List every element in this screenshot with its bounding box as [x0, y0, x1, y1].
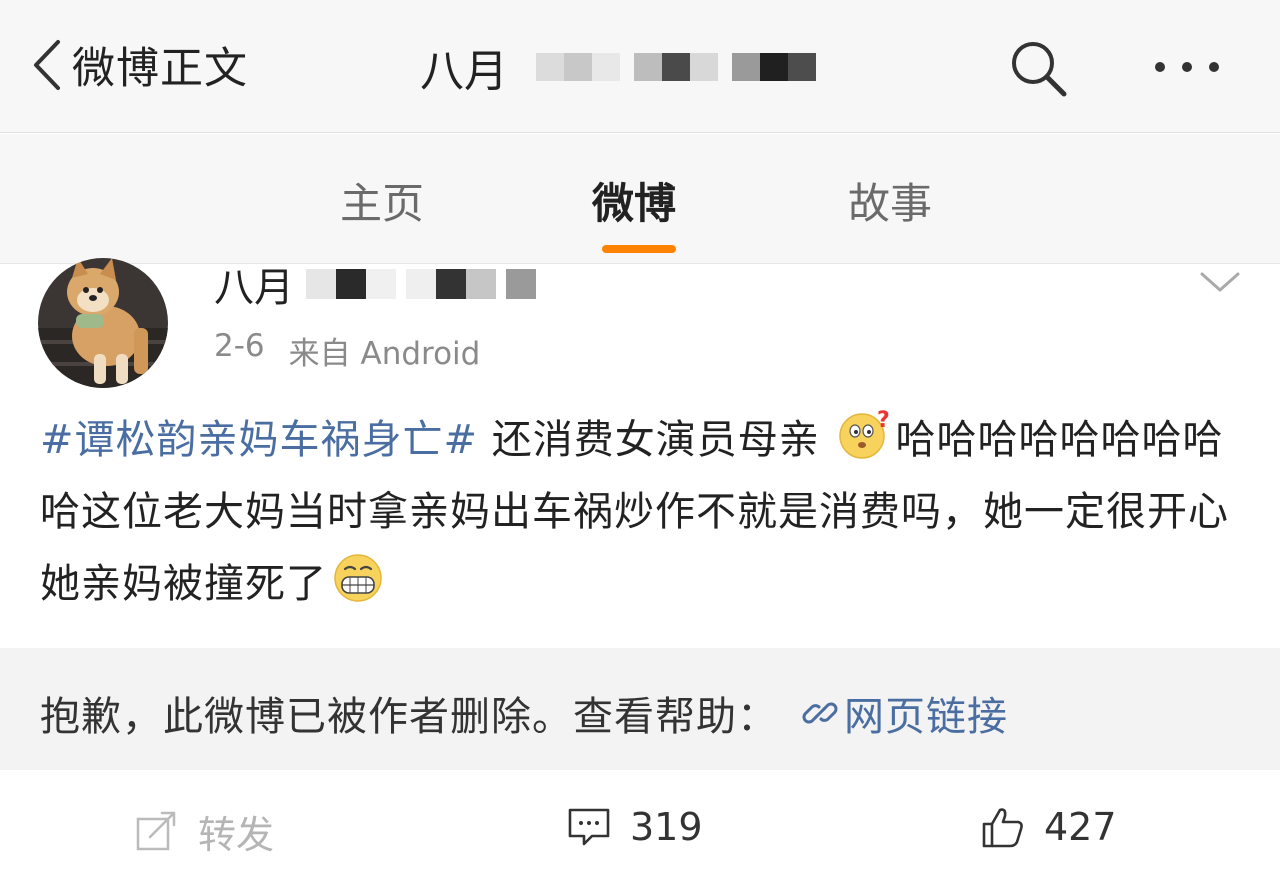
- back-label: 微博正文: [72, 44, 248, 94]
- mosaic-block: [788, 53, 816, 81]
- repost-button[interactable]: 转发: [134, 804, 274, 859]
- grinning-face-emoji-icon: [334, 554, 382, 602]
- thumbs-up-icon: [982, 808, 1023, 848]
- mosaic-block: [506, 269, 536, 299]
- search-icon[interactable]: [1006, 36, 1070, 100]
- svg-text:?: ?: [877, 408, 891, 433]
- notice-text: 抱歉，此微博已被作者删除。查看帮助：: [40, 694, 778, 740]
- mosaic-block: [406, 269, 436, 299]
- dog-avatar-image: [38, 258, 168, 388]
- mosaic-block: [466, 269, 496, 299]
- profile-tabbar: 主页 微博 故事: [0, 134, 1280, 264]
- post-source: 来自 Android: [288, 336, 481, 372]
- author-name: 八月: [214, 265, 294, 311]
- like-count: 427: [1044, 805, 1117, 849]
- back-button[interactable]: 微博正文: [28, 30, 248, 100]
- mosaic-block: [760, 53, 788, 81]
- repost-icon: [136, 811, 176, 850]
- comment-button[interactable]: 319: [566, 804, 703, 850]
- mosaic-block: [634, 53, 662, 81]
- deleted-notice: 抱歉，此微博已被作者删除。查看帮助： 网页链接: [0, 648, 1280, 770]
- nav-title-text: 八月: [420, 46, 508, 97]
- active-tab-indicator: [602, 245, 676, 253]
- post-date: 2-6: [214, 328, 265, 364]
- mosaic-block: [662, 53, 690, 81]
- mosaic-block: [592, 53, 620, 81]
- mosaic-block: [732, 53, 760, 81]
- comment-count: 319: [630, 805, 703, 849]
- mosaic-block: [336, 269, 366, 299]
- mosaic-block: [366, 269, 396, 299]
- mosaic-block: [306, 269, 336, 299]
- censored-name-mosaic: [536, 53, 830, 81]
- thinking-face-emoji-icon: ?: [839, 408, 891, 459]
- like-button[interactable]: 427: [980, 804, 1117, 850]
- mosaic-block: [536, 53, 564, 81]
- web-link-label: 网页链接: [844, 694, 1008, 740]
- tab-weibo[interactable]: 微博: [592, 170, 676, 231]
- post-text-part1: 还消费女演员母亲: [478, 417, 834, 463]
- top-navbar: 微博正文 八月: [0, 0, 1280, 133]
- action-bar: 转发 319 427: [0, 770, 1280, 882]
- avatar[interactable]: [38, 258, 168, 388]
- nav-title: 八月: [420, 32, 830, 102]
- post-text: #谭松韵亲妈车祸身亡# 还消费女演员母亲 ? 哈哈哈哈哈哈哈哈哈这位老大妈当时拿…: [40, 404, 1240, 620]
- more-icon[interactable]: [1152, 50, 1222, 84]
- link-icon: [802, 702, 838, 724]
- hashtag-link[interactable]: #谭松韵亲妈车祸身亡#: [40, 417, 478, 463]
- web-link[interactable]: 网页链接: [800, 684, 1008, 742]
- post-meta: 2-6 来自 Android: [214, 328, 480, 373]
- back-chevron-icon: [34, 40, 60, 90]
- chevron-down-icon[interactable]: [1198, 270, 1242, 294]
- mosaic-block: [690, 53, 718, 81]
- weibo-post: 八月 2-6 来自 Android #谭松韵亲妈车祸身亡# 还消费女演员母亲 ?…: [0, 258, 1280, 648]
- author-line[interactable]: 八月: [214, 264, 536, 311]
- tab-home[interactable]: 主页: [340, 170, 424, 231]
- mosaic-block: [564, 53, 592, 81]
- mosaic-block: [436, 269, 466, 299]
- repost-label: 转发: [198, 813, 275, 857]
- notice-line: 抱歉，此微博已被作者删除。查看帮助： 网页链接: [40, 684, 1008, 742]
- comment-icon: [568, 808, 610, 846]
- weibo-post-page: 微博正文 八月 主页 微博 故事 八月 2-6 来自 Android #谭松韵亲…: [0, 0, 1280, 882]
- tab-story[interactable]: 故事: [848, 170, 932, 231]
- censored-author-mosaic: [306, 269, 536, 299]
